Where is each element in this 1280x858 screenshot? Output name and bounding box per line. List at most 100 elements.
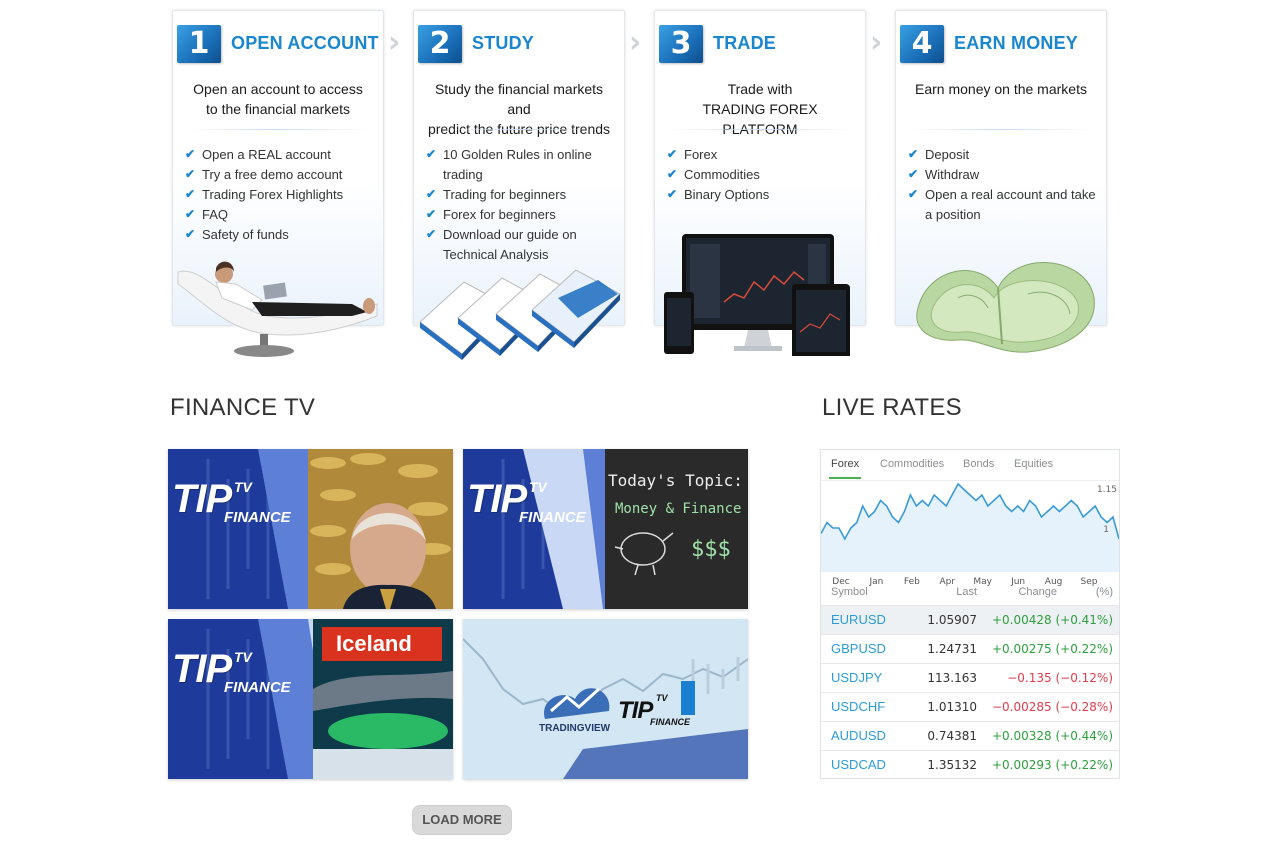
y-tick-label: 1.15 [1097, 485, 1117, 495]
link-highlights[interactable]: ✔ Trading Forex Highlights [185, 185, 375, 205]
load-more-button[interactable]: LOAD MORE [412, 805, 512, 835]
rate-symbol: GBPUSD [831, 641, 886, 656]
step-title[interactable]: TRADE [713, 33, 776, 54]
col-symbol: Symbol [831, 586, 868, 598]
iceland-logo: Iceland [336, 631, 412, 656]
link-withdraw[interactable]: ✔ Withdraw [908, 165, 1098, 185]
step-desc-line: Open an account to access [193, 81, 363, 97]
rate-row-usdcad[interactable]: USDCAD 1.35132 +0.00293 (+0.22%) [821, 750, 1119, 779]
rate-last: 113.163 [927, 671, 977, 685]
step-links: ✔ 10 Golden Rules in online trading ✔ Trad… [426, 145, 616, 265]
rate-change: −0.00285 (−0.28%) [991, 700, 1113, 714]
link-free-demo[interactable]: ✔ Try a free demo account [185, 165, 375, 185]
divider [428, 129, 610, 130]
eurusd-line-chart: 1.15 1 Dec Jan Feb Apr May Jun Aug Sep [821, 480, 1119, 587]
link-commodities[interactable]: ✔ Commodities [667, 165, 857, 185]
rate-symbol: EURUSD [831, 612, 886, 627]
divider [669, 129, 851, 130]
step-title[interactable]: EARN MONEY [954, 33, 1078, 54]
step-desc-line: Trade with [727, 81, 793, 97]
rate-last: 1.05907 [927, 613, 977, 627]
rate-last: 1.24731 [927, 642, 977, 656]
chevron-right-icon: › [870, 25, 883, 60]
tip-tv-finance-logo: TIP TV FINANCE [172, 649, 291, 696]
tip-tv-finance-logo: TIP TV FINANCE [172, 477, 291, 526]
check-icon: ✔ [426, 207, 437, 221]
video-tile[interactable]: Iceland TIP TV FINANCE [168, 619, 453, 779]
link-open-real-position[interactable]: ✔ Open a real account and take a position [908, 185, 1098, 225]
link-deposit[interactable]: ✔ Deposit [908, 145, 1098, 165]
check-icon: ✔ [185, 227, 196, 241]
steps-section: 1 OPEN ACCOUNT Open an account to access… [170, 8, 1110, 360]
tip-tv-finance-logo: TIP TV FINANCE [618, 693, 690, 727]
rate-symbol: USDCHF [831, 699, 886, 714]
tab-forex[interactable]: Forex [831, 458, 859, 470]
step-links: ✔ Deposit ✔ Withdraw ✔ Open a real account … [908, 145, 1098, 225]
tab-equities[interactable]: Equities [1014, 458, 1053, 470]
rate-row-usdchf[interactable]: USDCHF 1.01310 −0.00285 (−0.28%) [821, 692, 1119, 721]
col-last: Last [956, 586, 977, 598]
video-thumbnail [463, 619, 748, 779]
step-number: 3 [659, 25, 703, 63]
rate-last: 0.74381 [927, 729, 977, 743]
rate-row-audusd[interactable]: AUDUSD 0.74381 +0.00328 (+0.44%) [821, 721, 1119, 750]
step-desc-line: Study the financial markets and [434, 81, 604, 117]
logo-finance: FINANCE [519, 509, 586, 526]
rate-change: +0.00275 (+0.22%) [991, 642, 1113, 656]
video-tile[interactable]: Today's Topic: Money & Finance $$$ TIP T… [463, 449, 748, 609]
logo-tip: TIP [618, 697, 653, 724]
rate-last: 1.01310 [927, 700, 977, 714]
link-golden-rules[interactable]: ✔ 10 Golden Rules in online trading [426, 145, 616, 185]
link-forex-beginners[interactable]: ✔ Forex for beginners [426, 205, 616, 225]
rate-row-usdjpy[interactable]: USDJPY 113.163 −0.135 (−0.12%) [821, 663, 1119, 692]
video-tile[interactable]: TRADINGVIEW TIP TV FINANCE [463, 619, 748, 779]
check-icon: ✔ [908, 147, 919, 161]
logo-finance: FINANCE [224, 509, 291, 526]
step-header: 3 TRADE [655, 23, 865, 63]
check-icon: ✔ [667, 147, 678, 161]
rate-change: −0.135 (−0.12%) [1007, 671, 1113, 685]
rates-tabs: Forex Commodities Bonds Equities [821, 450, 1119, 480]
logo-tv: TV [234, 479, 252, 495]
rate-symbol: USDJPY [831, 670, 883, 685]
chevron-right-icon: › [388, 25, 401, 60]
logo-tv: TV [656, 693, 668, 703]
chart-area [821, 484, 1119, 572]
active-tab-indicator [829, 477, 861, 479]
link-download-guide[interactable]: ✔ Download our guide on Technical Analysi… [426, 225, 616, 265]
tab-commodities[interactable]: Commodities [880, 458, 944, 470]
step-header: 1 OPEN ACCOUNT [173, 23, 383, 63]
step-title[interactable]: STUDY [472, 33, 534, 54]
video-tile[interactable]: TIP TV FINANCE [168, 449, 453, 609]
link-faq[interactable]: ✔ FAQ [185, 205, 375, 225]
finance-tv-title: FINANCE TV [170, 394, 316, 421]
link-open-real-account[interactable]: ✔ Open a REAL account [185, 145, 375, 165]
link-forex[interactable]: ✔ Forex [667, 145, 857, 165]
tip-tv-finance-logo: TIP TV FINANCE [467, 477, 586, 526]
logo-tv: TV [234, 649, 252, 665]
link-binary-options[interactable]: ✔ Binary Options [667, 185, 857, 205]
link-safety-of-funds[interactable]: ✔ Safety of funds [185, 225, 375, 245]
step-description: Trade with TRADING FOREX PLATFORM [663, 79, 857, 137]
rate-row-gbpusd[interactable]: GBPUSD 1.24731 +0.00275 (+0.22%) [821, 634, 1119, 663]
video-thumbnail [168, 449, 453, 609]
tradingview-logo: TRADINGVIEW [539, 723, 611, 734]
step-header: 4 EARN MONEY [896, 23, 1106, 63]
rate-row-eurusd[interactable]: EURUSD 1.05907 +0.00428 (+0.41%) [821, 605, 1119, 634]
divider [187, 129, 369, 130]
step-title[interactable]: OPEN ACCOUNT [231, 33, 379, 54]
rate-change: +0.00428 (+0.41%) [991, 613, 1113, 627]
check-icon: ✔ [426, 147, 437, 161]
step-description: Open an account to access to the financi… [181, 79, 375, 131]
check-icon: ✔ [185, 167, 196, 181]
rate-symbol: USDCAD [831, 757, 886, 772]
step-links: ✔ Forex ✔ Commodities ✔ Binary Options [667, 145, 857, 205]
rate-change: +0.00328 (+0.44%) [991, 729, 1113, 743]
check-icon: ✔ [185, 207, 196, 221]
rates-table-header: Symbol Last Change (%) [821, 586, 1119, 606]
logo-tip: TIP [172, 477, 232, 521]
dollar-signs: $$$ [691, 537, 731, 562]
logo-tip: TIP [467, 477, 527, 521]
link-trading-beginners[interactable]: ✔ Trading for beginners [426, 185, 616, 205]
tab-bonds[interactable]: Bonds [963, 458, 994, 470]
